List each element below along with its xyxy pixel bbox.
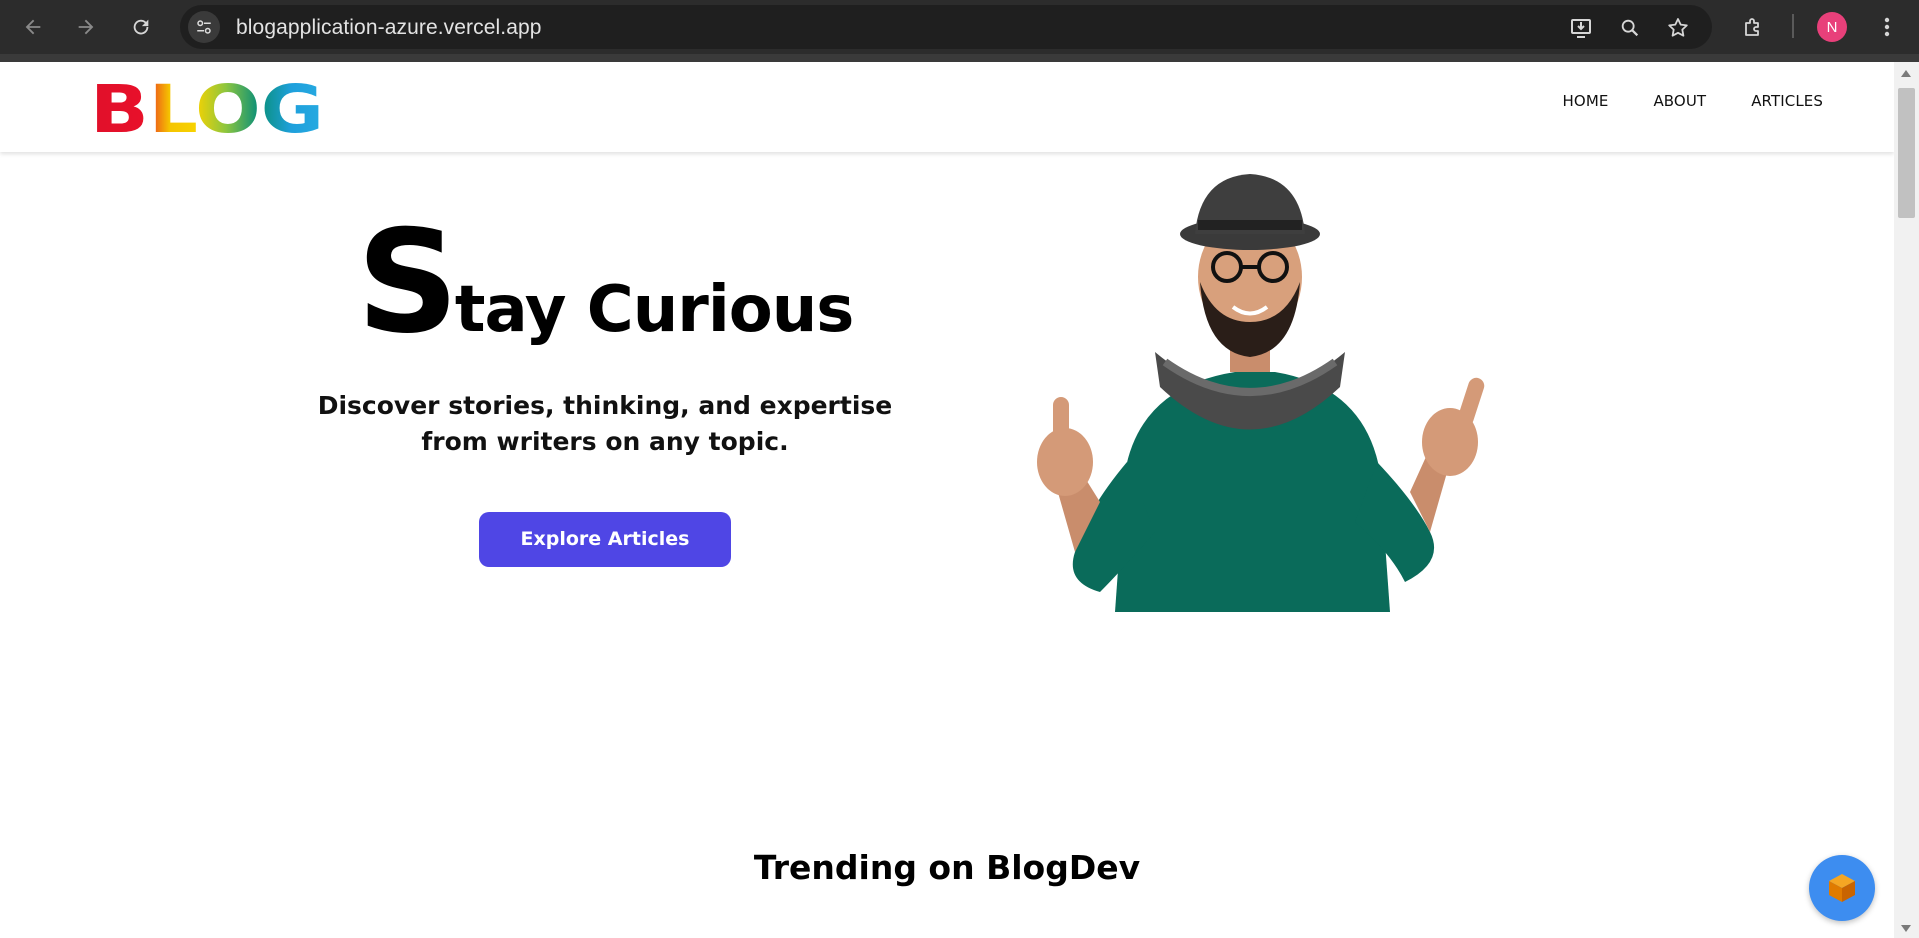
- back-arrow-icon[interactable]: [16, 10, 50, 44]
- url-text[interactable]: blogapplication-azure.vercel.app: [236, 16, 542, 40]
- hero-title: Stay Curious: [240, 212, 970, 354]
- scroll-down-arrow-icon[interactable]: [1901, 925, 1911, 932]
- floating-widget-button[interactable]: [1809, 855, 1875, 921]
- hero-subtitle: Discover stories, thinking, and expertis…: [317, 391, 893, 456]
- more-menu-icon[interactable]: [1871, 11, 1903, 43]
- scroll-thumb[interactable]: [1898, 88, 1915, 218]
- reload-icon[interactable]: [124, 10, 158, 44]
- address-bar[interactable]: blogapplication-azure.vercel.app: [180, 5, 1712, 49]
- hero-title-initial: S: [356, 200, 459, 365]
- zoom-icon[interactable]: [1615, 13, 1645, 43]
- logo-text: BLOG: [90, 80, 324, 136]
- scroll-up-arrow-icon[interactable]: [1901, 70, 1911, 77]
- blog-logo[interactable]: BLOG: [90, 71, 324, 148]
- extensions-puzzle-icon[interactable]: [1737, 11, 1769, 43]
- bookmark-star-icon[interactable]: [1663, 13, 1693, 43]
- nav-home[interactable]: HOME: [1563, 92, 1609, 110]
- main-nav: HOME ABOUT ARTICLES: [1518, 92, 1823, 110]
- hero-image: [1005, 172, 1495, 612]
- forward-arrow-icon[interactable]: [69, 10, 103, 44]
- browser-toolbar: blogapplication-azure.vercel.app N: [0, 0, 1919, 62]
- site-info-icon[interactable]: [188, 11, 220, 43]
- site-header: BLOG HOME ABOUT ARTICLES: [0, 62, 1894, 152]
- toolbar-bottom-strip: [0, 54, 1919, 62]
- trending-heading: Trending on BlogDev: [753, 848, 1141, 887]
- toolbar-divider: [1792, 14, 1794, 38]
- install-app-icon[interactable]: [1566, 13, 1596, 43]
- page-scrollbar[interactable]: [1894, 62, 1919, 938]
- hero-title-rest: tay Curious: [454, 273, 854, 347]
- page-viewport: BLOG HOME ABOUT ARTICLES Stay Curious Di…: [0, 62, 1894, 938]
- profile-avatar[interactable]: N: [1817, 12, 1847, 42]
- hero-text: Stay Curious Discover stories, thinking,…: [240, 212, 970, 567]
- explore-articles-button[interactable]: Explore Articles: [479, 512, 731, 567]
- cube-icon: [1829, 874, 1855, 902]
- nav-articles[interactable]: ARTICLES: [1751, 92, 1823, 110]
- nav-about[interactable]: ABOUT: [1653, 92, 1706, 110]
